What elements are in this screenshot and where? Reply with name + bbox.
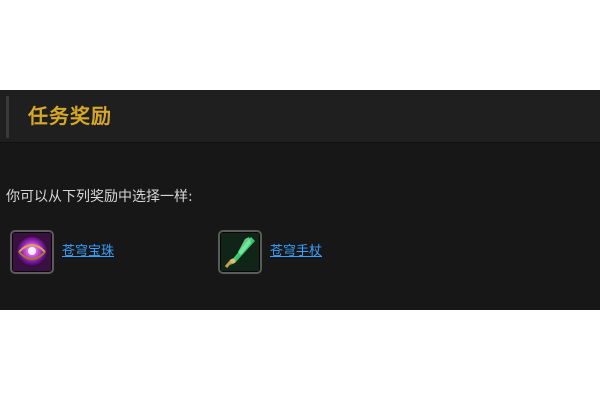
reward-item-staff[interactable]: 苍穹手杖: [218, 230, 322, 274]
reward-choice-prompt: 你可以从下列奖励中选择一样:: [6, 189, 193, 205]
panel-title: 任务奖励: [28, 104, 112, 128]
reward-link-orb[interactable]: 苍穹宝珠: [62, 244, 114, 260]
quest-rewards-panel: 任务奖励 你可以从下列奖励中选择一样: 苍穹宝珠 苍穹手杖: [0, 90, 600, 310]
panel-header: 任务奖励: [0, 90, 600, 143]
reward-link-staff[interactable]: 苍穹手杖: [270, 244, 322, 260]
purple-orb-icon[interactable]: [10, 230, 54, 274]
green-crystal-staff-icon[interactable]: [218, 230, 262, 274]
reward-item-orb[interactable]: 苍穹宝珠: [10, 230, 114, 274]
header-accent-bar: [6, 96, 9, 138]
